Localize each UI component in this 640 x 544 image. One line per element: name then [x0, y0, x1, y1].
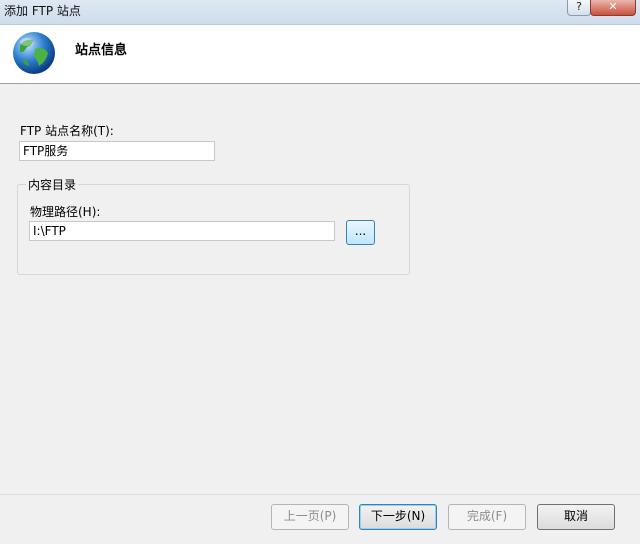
previous-button[interactable]: 上一页(P) [271, 504, 349, 530]
site-name-label: FTP 站点名称(T): [20, 124, 114, 138]
next-button[interactable]: 下一步(N) [359, 504, 437, 530]
physical-path-label: 物理路径(H): [30, 205, 101, 219]
wizard-header: 站点信息 [0, 25, 640, 84]
site-name-input[interactable]: FTP服务 [19, 141, 215, 161]
finish-button[interactable]: 完成(F) [448, 504, 526, 530]
page-title: 站点信息 [75, 43, 128, 58]
physical-path-input[interactable]: I:\FTP [29, 221, 335, 241]
window-title: 添加 FTP 站点 [4, 4, 81, 18]
content-directory-label: 内容目录 [26, 176, 79, 193]
browse-button[interactable]: ... [346, 220, 375, 245]
button-separator [0, 494, 640, 495]
globe-icon [13, 32, 55, 74]
close-button[interactable]: ✕ [590, 0, 636, 16]
cancel-button[interactable]: 取消 [537, 504, 615, 530]
help-button[interactable]: ? [567, 0, 591, 16]
title-bar: 添加 FTP 站点 ? ✕ [0, 0, 640, 25]
